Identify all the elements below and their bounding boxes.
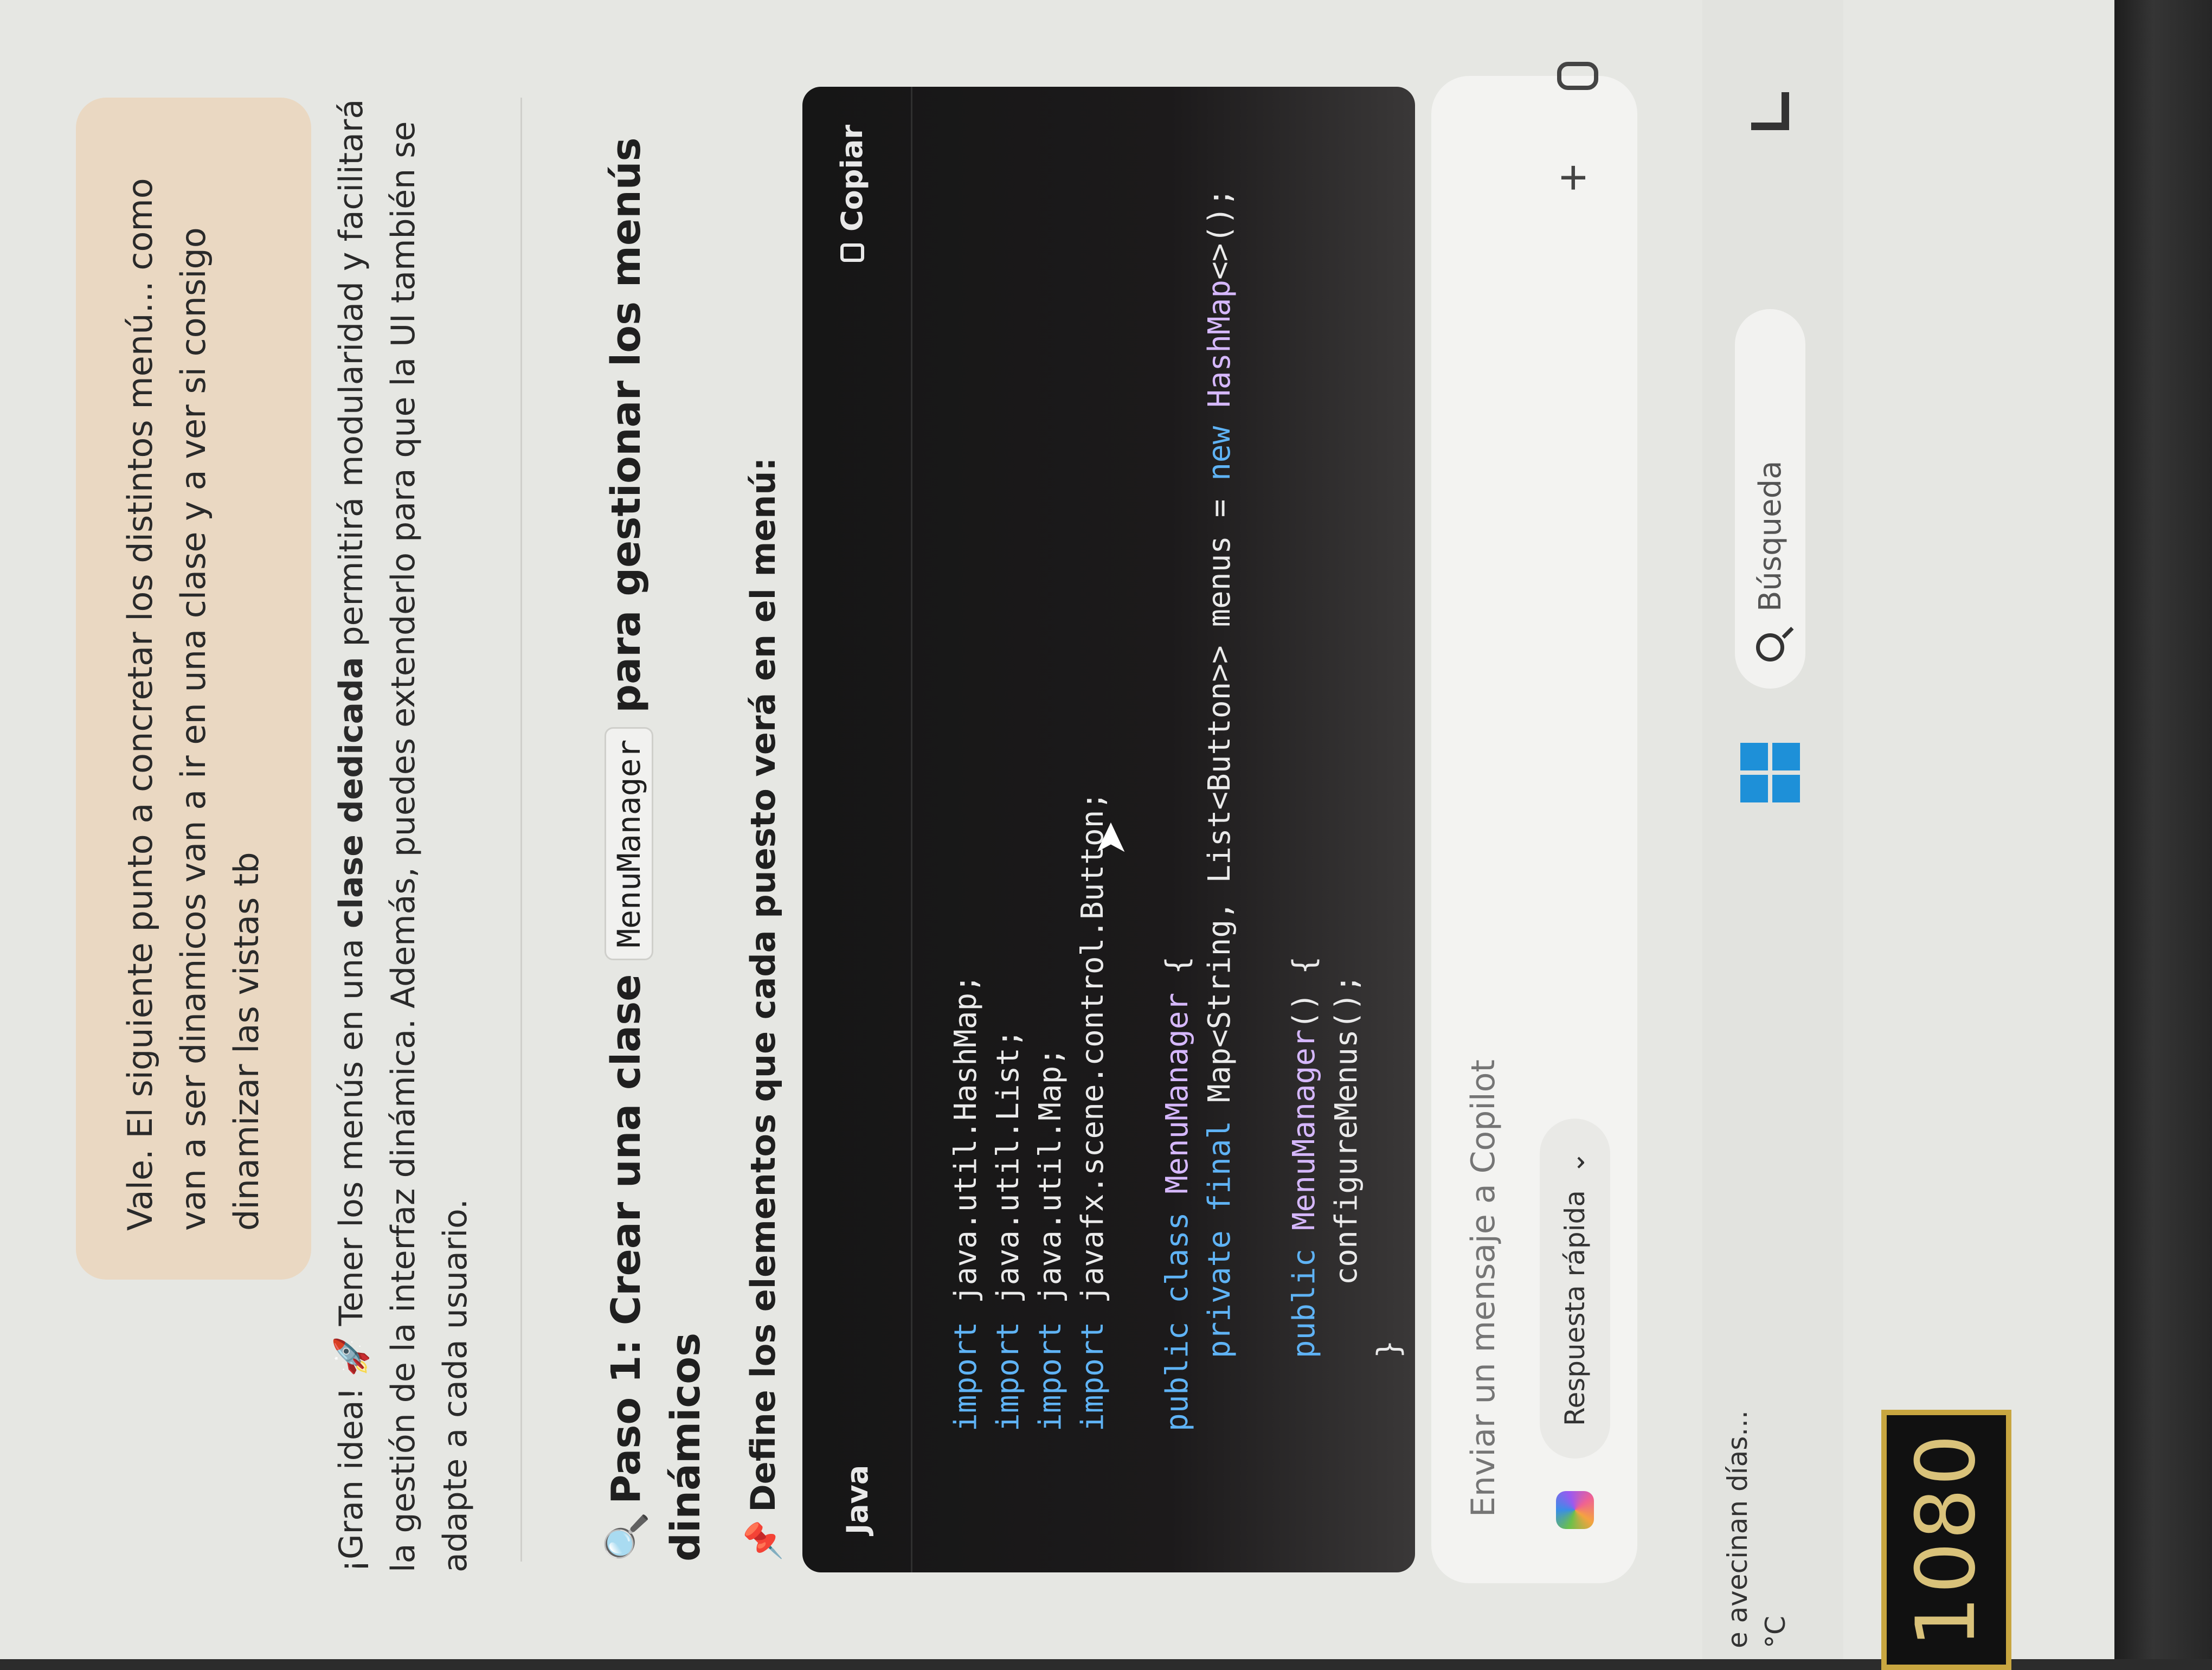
taskbar-search[interactable]: Búsqueda	[1735, 309, 1805, 689]
copy-icon	[840, 243, 864, 262]
chevron-down-icon: ⌄	[1559, 1151, 1591, 1174]
weather-temp: °C	[1760, 1616, 1791, 1648]
windows-taskbar: e avecinan días... °C Búsqueda	[1702, 0, 1843, 1659]
mouse-pointer-icon: ➤	[1084, 820, 1135, 857]
code-line: }	[1371, 1340, 1406, 1431]
inline-code-class: MenuManager	[605, 727, 653, 960]
mic-icon[interactable]	[1545, 49, 1610, 103]
code-line: public MenuManager() {	[1287, 956, 1322, 1359]
copy-label: Copiar	[835, 125, 869, 232]
user-message-bubble: Vale. El siguiente punto a concretar los…	[76, 98, 311, 1280]
code-language-label: Java	[840, 1465, 874, 1534]
code-line: import java.util.Map;	[1033, 1047, 1068, 1431]
code-line: public class MenuManager {	[1160, 956, 1195, 1431]
magnifier-icon: 🔍	[603, 1511, 650, 1562]
code-line: import java.util.HashMap;	[948, 974, 983, 1431]
plus-icon[interactable]: +	[1545, 160, 1602, 195]
reply-intro: ¡Gran idea!	[332, 1377, 370, 1572]
weather-widget[interactable]: e avecinan días... °C	[1719, 1410, 1795, 1648]
tray-icon[interactable]	[1751, 92, 1789, 130]
user-message-text: Vale. El siguiente punto a concretar los…	[120, 178, 266, 1231]
code-line: private final Map<String, List<Button>> …	[1202, 188, 1237, 1359]
rocket-emoji: 🚀	[332, 1336, 370, 1377]
code-line: import java.util.List;	[991, 1029, 1026, 1431]
bullet-define-elements: 📌 Define los elementos que cada puesto ve…	[737, 98, 789, 1562]
step-heading: 🔍Paso 1: Crear una clase MenuManager par…	[596, 98, 716, 1562]
message-composer: Respuesta rápida ⌄ +	[1431, 62, 1637, 1583]
reply-bold: clase dedicada	[332, 657, 370, 929]
sticker-label: 1080	[1899, 1432, 1994, 1648]
code-body: import java.util.HashMap; import java.uti…	[912, 87, 1415, 1572]
assistant-reply: ¡Gran idea! 🚀 Tener los menús en una cla…	[325, 98, 481, 1572]
copy-button[interactable]: Copiar	[835, 125, 869, 262]
search-label: Búsqueda	[1752, 460, 1788, 612]
windows-start-icon[interactable]	[1740, 743, 1800, 802]
laptop-bezel	[2114, 0, 2212, 1659]
laptop-screen: Vale. El siguiente punto a concretar los…	[0, 0, 2114, 1659]
reply-text: Tener los menús en una	[332, 928, 370, 1337]
search-icon	[1756, 633, 1784, 661]
quick-reply-label: Respuesta rápida	[1559, 1190, 1591, 1426]
copilot-icon	[1556, 1491, 1594, 1529]
message-input[interactable]	[1458, 323, 1508, 1518]
step-title-a: Paso 1: Crear una clase	[603, 960, 650, 1504]
pin-icon: 📌	[743, 1519, 783, 1562]
code-line: configureMenus();	[1329, 974, 1364, 1431]
weather-text: e avecinan días...	[1722, 1410, 1753, 1648]
divider	[520, 98, 522, 1562]
quick-reply-button[interactable]: Respuesta rápida ⌄	[1540, 1119, 1610, 1459]
code-block-header: Java Copiar	[802, 87, 912, 1572]
sticker-1080: 1080	[1881, 1410, 2011, 1670]
copilot-chat: Vale. El siguiente punto a concretar los…	[0, 0, 1816, 1659]
bullet-text: Define los elementos que cada puesto ver…	[743, 457, 783, 1512]
